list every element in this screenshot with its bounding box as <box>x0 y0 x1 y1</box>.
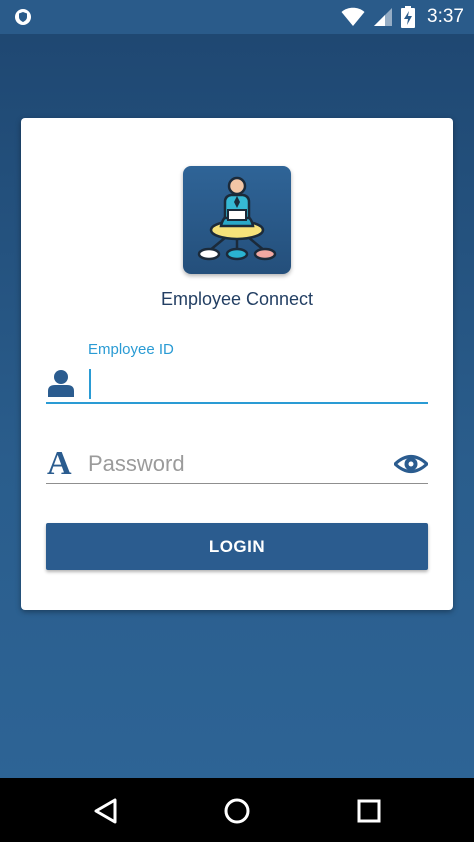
password-input[interactable] <box>88 445 388 483</box>
employee-id-input[interactable] <box>88 364 428 402</box>
navigation-bar <box>0 778 474 842</box>
user-icon <box>48 370 74 397</box>
recents-icon <box>357 799 381 823</box>
battery-charging-icon <box>401 6 416 28</box>
login-button[interactable]: LOGIN <box>46 523 428 570</box>
back-icon <box>94 798 117 824</box>
app-title: Employee Connect <box>160 289 314 309</box>
status-icons: 3:37 <box>341 0 464 34</box>
password-letter-icon: A <box>47 445 72 482</box>
status-time: 3:37 <box>427 6 464 27</box>
employee-id-underline <box>46 402 428 404</box>
status-bar: 3:37 <box>0 0 474 34</box>
wifi-icon <box>341 7 365 27</box>
vpn-shield-icon <box>15 9 31 25</box>
org-chart-person-icon <box>197 176 277 261</box>
recents-button[interactable] <box>352 794 386 828</box>
employee-id-label: Employee ID <box>88 341 174 358</box>
password-underline <box>46 483 428 484</box>
text-cursor <box>89 369 91 399</box>
home-icon <box>224 798 250 824</box>
signal-icon <box>374 8 393 26</box>
back-button[interactable] <box>88 794 122 828</box>
eye-icon[interactable] <box>394 451 428 477</box>
app-logo <box>183 166 291 274</box>
home-button[interactable] <box>220 794 254 828</box>
login-card: Employee Connect Employee ID A LOGIN <box>21 118 453 610</box>
